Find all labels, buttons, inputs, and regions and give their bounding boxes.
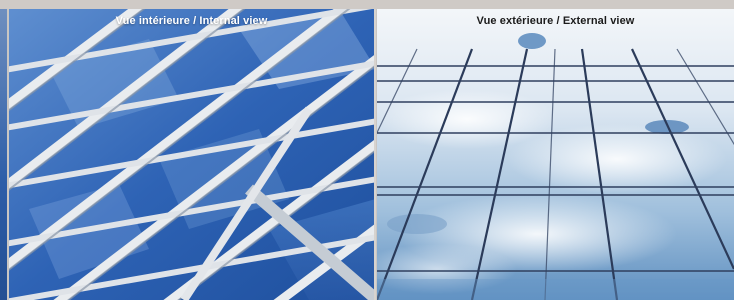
internal-view-label: Vue intérieure / Internal view (115, 15, 268, 27)
external-view-image (377, 9, 734, 300)
top-bar (0, 0, 734, 9)
adjacent-image-edge (0, 9, 7, 300)
internal-view-panel: Vue intérieure / Internal view (9, 9, 376, 300)
internal-view-image (9, 9, 374, 300)
external-view-panel: Vue extérieure / External view (377, 9, 734, 300)
external-view-label: Vue extérieure / External view (476, 15, 635, 27)
